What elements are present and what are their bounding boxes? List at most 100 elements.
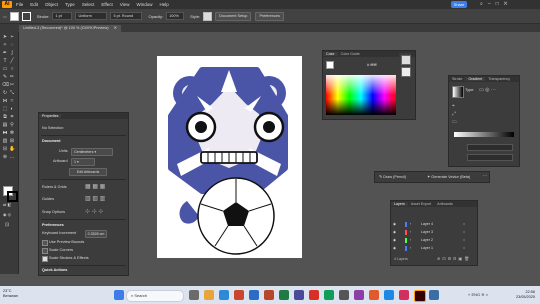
office-icon[interactable]	[234, 290, 244, 300]
stroke-swatch[interactable]	[21, 11, 31, 21]
menu-effect[interactable]: Effect	[101, 2, 112, 7]
chrome-icon[interactable]	[309, 290, 319, 300]
screen-mode-icon[interactable]: ⊡	[5, 222, 9, 228]
gradient-type-icons[interactable]: ▭ ◎ ⋯	[479, 87, 496, 93]
paintbrush-tool-icon[interactable]: ✎	[2, 74, 8, 80]
gradient-preview[interactable]	[452, 86, 464, 98]
target-icon[interactable]: ○	[463, 221, 465, 228]
fill-swatch[interactable]	[9, 11, 19, 21]
artboard-dropdown[interactable]: 1 ▾	[71, 158, 95, 166]
gradient-location-field[interactable]	[467, 144, 513, 151]
system-tray[interactable]: ˄ ENG ≋ ◖	[468, 292, 488, 297]
weather-widget[interactable]: 23°C Berawan	[3, 289, 18, 299]
shape-builder-icon[interactable]: ◐	[9, 106, 15, 112]
rulers-grids-icons[interactable]: ▦ ▦ ▦	[85, 183, 105, 190]
close-icon[interactable]: ✕	[504, 1, 513, 7]
app-icon-3[interactable]	[339, 290, 349, 300]
slice-tool-icon[interactable]: ⊟	[2, 146, 8, 152]
eye-icon[interactable]: ◉	[393, 229, 396, 236]
target-icon[interactable]: ○	[463, 237, 465, 244]
curvature-tool-icon[interactable]: ∫	[9, 50, 15, 56]
clock[interactable]: 22:56 23/05/2025	[516, 290, 535, 300]
search-icon[interactable]: ⌕	[480, 1, 488, 7]
target-icon[interactable]: ○	[463, 229, 465, 236]
graph-tool-icon[interactable]: ▥	[2, 138, 8, 144]
layer-row[interactable]: ◉ › Layer 3 ○	[393, 229, 475, 236]
scale-strokes-checkbox[interactable]	[42, 256, 48, 262]
width-tool-icon[interactable]: ⋈	[2, 98, 8, 104]
layers-footer-icons[interactable]: ⊕⊡⊞⊟▣🗑	[437, 256, 471, 261]
rectangle-tool-icon[interactable]: ▭	[2, 66, 8, 72]
zoom-tool-icon[interactable]: ⊕	[2, 154, 8, 160]
swap-colors-icon[interactable]: ⇄ ◧	[3, 202, 11, 207]
share-button[interactable]: Share	[451, 1, 467, 8]
pen-tool-icon[interactable]: ✒	[2, 50, 8, 56]
edge-icon[interactable]	[219, 290, 229, 300]
volume-icon[interactable]: ◖	[486, 292, 488, 297]
scale-tool-icon[interactable]: ⤡	[9, 90, 15, 96]
type-tool-icon[interactable]: T	[2, 58, 8, 64]
layer-row[interactable]: ◉ › Layer 1 ○	[393, 245, 475, 252]
maximize-icon[interactable]: □	[496, 1, 504, 7]
magic-wand-icon[interactable]: ✧	[2, 42, 8, 48]
eraser-tool-icon[interactable]: ⌫	[2, 82, 9, 88]
warp-tool-icon[interactable]: ≈	[9, 98, 15, 104]
opacity-field[interactable]: 100%	[166, 12, 185, 20]
menu-object[interactable]: Object	[45, 2, 58, 7]
close-tab-icon[interactable]: ✕	[114, 26, 117, 30]
gradient-stroke-icons[interactable]: ⌖ ⤢ ▭	[452, 102, 457, 126]
menu-window[interactable]: Window	[136, 2, 152, 7]
chevron-up-icon[interactable]: ˄	[468, 292, 470, 297]
powerpoint-icon[interactable]	[264, 290, 274, 300]
tab-transparency[interactable]: Transparency	[485, 77, 513, 81]
document-setup-button[interactable]: Document Setup	[215, 11, 252, 21]
illustrator-taskbar-icon[interactable]	[414, 290, 426, 302]
document-tab[interactable]: Untitled-3 (Recovered)* @ 100 % (CMYK/Pr…	[19, 25, 121, 32]
app-icon-8[interactable]	[429, 290, 439, 300]
hex-field[interactable]: # ffffff	[367, 62, 377, 67]
chevron-right-icon[interactable]: ›	[410, 237, 411, 244]
file-explorer-icon[interactable]	[204, 290, 214, 300]
app-icon-4[interactable]	[354, 290, 364, 300]
more-options-icon[interactable]: ⋯	[483, 173, 487, 178]
eye-icon[interactable]: ◉	[393, 245, 396, 252]
app-icon-5[interactable]	[369, 290, 379, 300]
units-dropdown[interactable]: Centimeters ▾	[71, 148, 113, 156]
line-tool-icon[interactable]: ╱	[9, 58, 15, 64]
tab-color-guide[interactable]: Color Guide	[338, 52, 363, 56]
app-icon-6[interactable]	[384, 290, 394, 300]
layer-row[interactable]: ◉ › Layer 2 ○	[393, 237, 475, 244]
wifi-icon[interactable]: ≋	[481, 292, 484, 297]
tab-layers[interactable]: Layers	[391, 202, 408, 206]
tab-properties[interactable]: Properties	[39, 114, 62, 118]
tab-color[interactable]: Color	[323, 52, 338, 56]
direct-selection-tool-icon[interactable]: ➢	[9, 34, 15, 40]
gradient-opacity-field[interactable]	[467, 154, 513, 161]
menu-edit[interactable]: Edit	[30, 2, 38, 7]
free-transform-icon[interactable]: ⬚	[2, 106, 8, 112]
lasso-icon[interactable]: ◌	[9, 42, 15, 48]
tab-stroke[interactable]: Stroke	[449, 77, 465, 81]
mascot-illustration[interactable]	[157, 56, 302, 258]
generate-vector-button[interactable]: ✦ Generate Vector (Beta)	[427, 174, 470, 179]
use-preview-bounds-checkbox[interactable]	[42, 240, 48, 246]
edit-artboards-button[interactable]: Edit Artboards	[69, 168, 107, 176]
style-swatch[interactable]	[203, 11, 213, 21]
artboard[interactable]	[157, 56, 302, 258]
chevron-right-icon[interactable]: ›	[410, 229, 411, 236]
pencil-tool-icon[interactable]: ✏	[9, 74, 15, 80]
chevron-right-icon[interactable]: ›	[410, 221, 411, 228]
layer-row[interactable]: ◉ › Layer 4 ○	[393, 221, 475, 228]
task-view-icon[interactable]	[189, 290, 199, 300]
start-button-icon[interactable]	[114, 290, 124, 300]
stroke-profile-dropdown[interactable]: Uniform	[75, 12, 108, 20]
language-indicator[interactable]: ENG	[471, 292, 480, 297]
chevron-right-icon[interactable]: ›	[410, 245, 411, 252]
menu-file[interactable]: File	[16, 2, 23, 7]
ellipse-tool-icon[interactable]: ○	[9, 66, 15, 72]
eyedropper-icon[interactable]: ⚲	[9, 122, 15, 128]
artboard-tool-icon[interactable]: ⊞	[9, 138, 15, 144]
guides-icons[interactable]: ▥ ▥ ▥	[85, 195, 105, 202]
minimize-icon[interactable]: –	[488, 1, 496, 7]
keyboard-increment-field[interactable]: 0.3528 cm	[85, 230, 107, 238]
